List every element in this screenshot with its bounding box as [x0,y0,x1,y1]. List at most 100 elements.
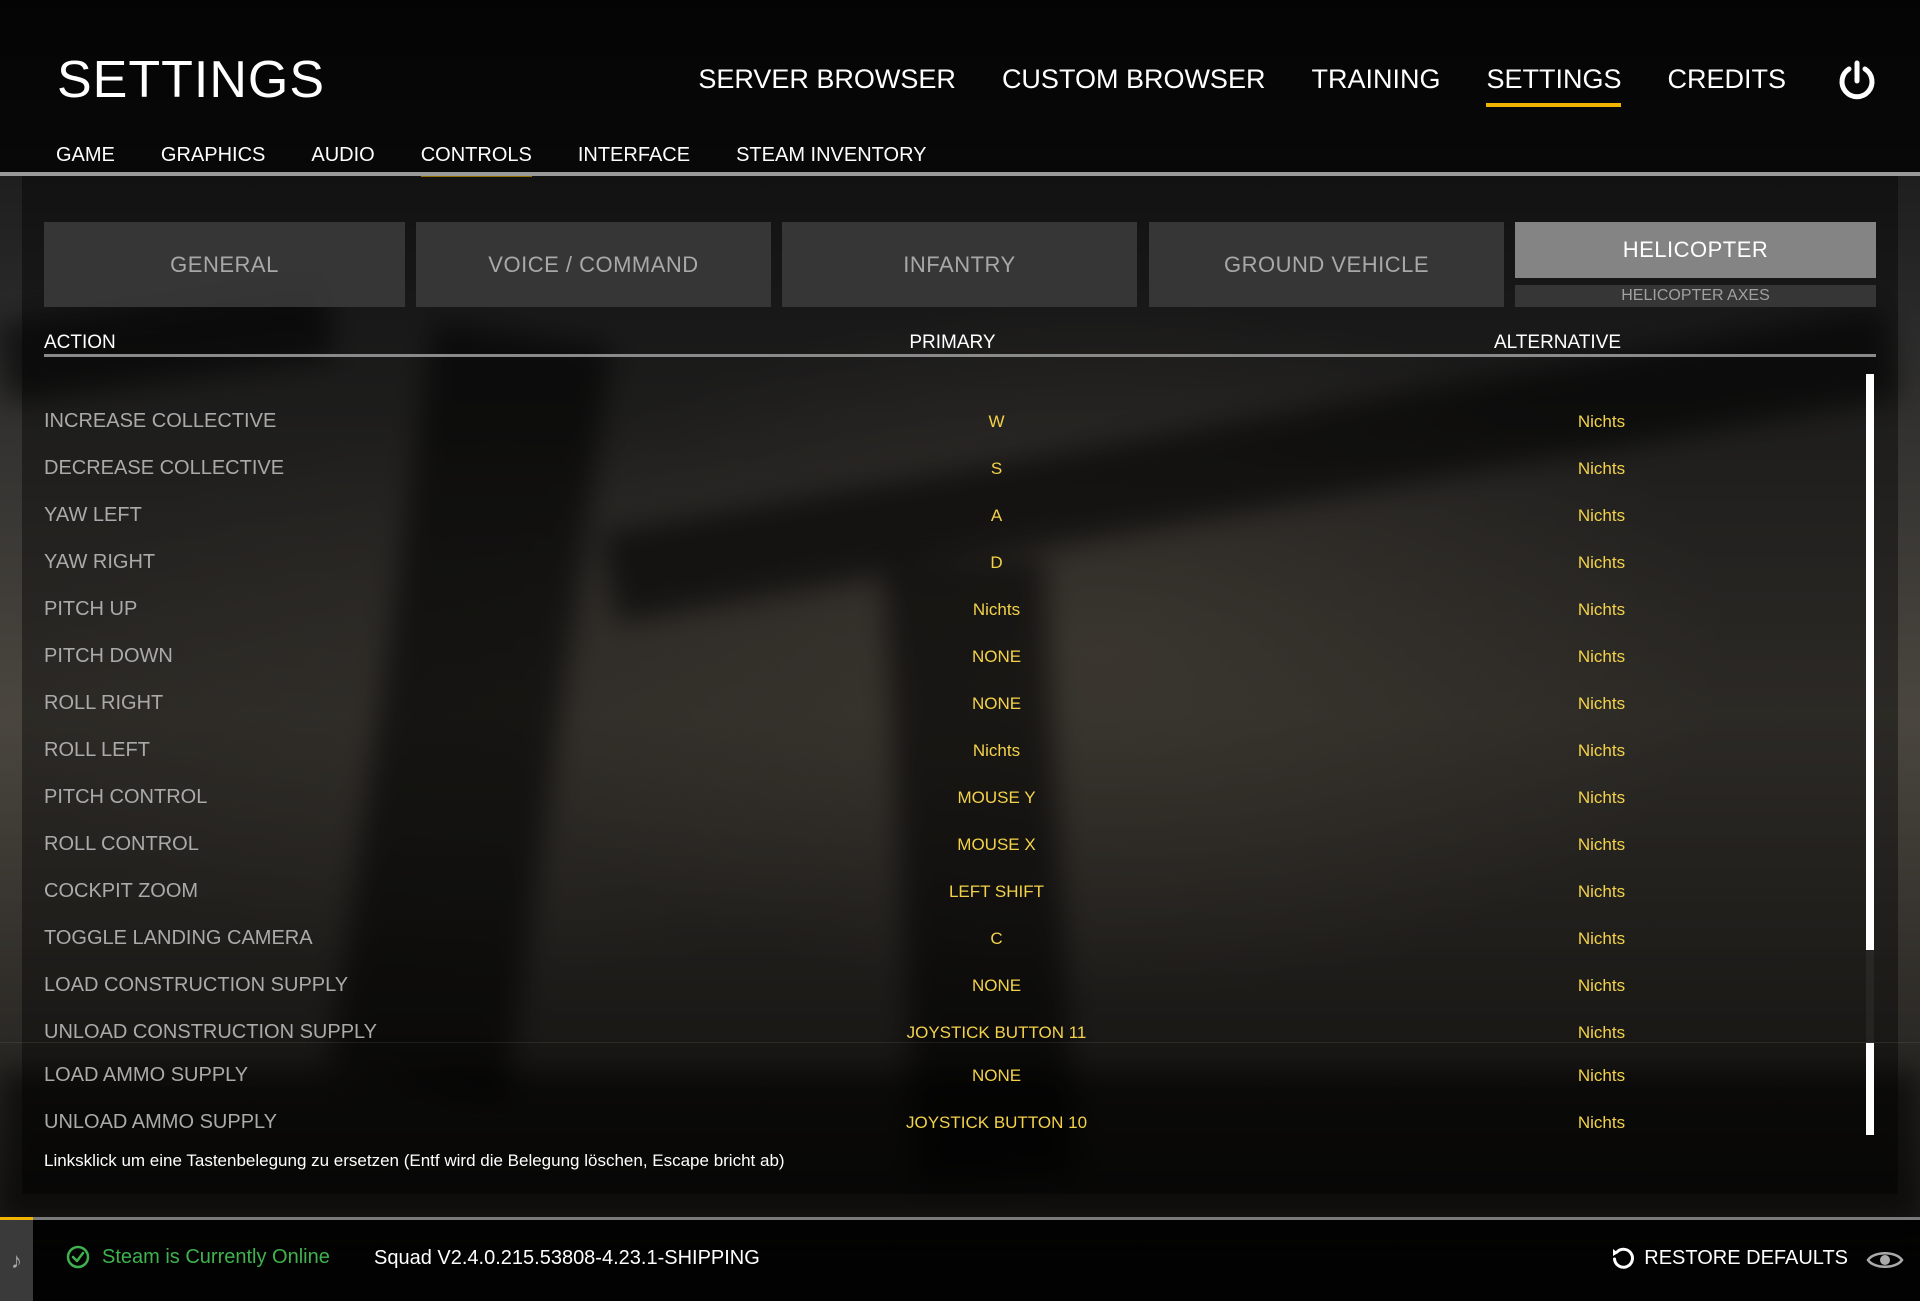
subnav-interface[interactable]: INTERFACE [578,144,690,175]
action-label: INCREASE COLLECTIVE [44,410,277,432]
table-row[interactable]: INCREASE COLLECTIVE W Nichts [44,400,1864,444]
tab-general[interactable]: GENERAL [44,222,405,307]
action-label: LOAD CONSTRUCTION SUPPLY [44,974,349,996]
subnav-audio[interactable]: AUDIO [311,144,374,175]
scrollbar-thumb-secondary[interactable] [1866,1043,1874,1135]
subnav-steam-inventory[interactable]: STEAM INVENTORY [736,144,926,175]
table-row[interactable]: LOAD CONSTRUCTION SUPPLY NONE Nichts [44,964,1864,1008]
alternative-binding[interactable]: Nichts [1484,1023,1719,1043]
action-label: DECREASE COLLECTIVE [44,457,285,479]
table-row[interactable]: ROLL RIGHT NONE Nichts [44,682,1864,726]
version-label: Squad V2.4.0.215.53808-4.23.1-SHIPPING [374,1247,760,1269]
alternative-binding[interactable]: Nichts [1484,882,1719,902]
restore-icon [1613,1247,1635,1269]
alternative-binding[interactable]: Nichts [1484,412,1719,432]
tab-ground-vehicle[interactable]: GROUND VEHICLE [1149,222,1504,307]
tab-helicopter[interactable]: HELICOPTER [1515,222,1876,278]
action-label: COCKPIT ZOOM [44,880,199,902]
primary-binding[interactable]: D [879,553,1114,573]
power-icon[interactable] [1836,60,1878,102]
subnav-graphics[interactable]: GRAPHICS [161,144,265,175]
primary-binding[interactable]: NONE [879,976,1114,996]
primary-binding[interactable]: JOYSTICK BUTTON 11 [879,1023,1114,1043]
alternative-binding[interactable]: Nichts [1484,553,1719,573]
table-row[interactable]: PITCH CONTROL MOUSE Y Nichts [44,776,1864,820]
table-row[interactable]: LOAD AMMO SUPPLY NONE Nichts [44,1054,1864,1098]
primary-binding[interactable]: NONE [879,1066,1114,1086]
alternative-binding[interactable]: Nichts [1484,976,1719,996]
action-label: PITCH UP [44,598,138,620]
primary-binding[interactable]: S [879,459,1114,479]
help-hint: Linksklick um eine Tastenbelegung zu ers… [44,1151,785,1170]
subnav-game[interactable]: GAME [56,144,115,175]
main-nav: SERVER BROWSER CUSTOM BROWSER TRAINING S… [698,64,1786,107]
subtab-helicopter-axes[interactable]: HELICOPTER AXES [1515,285,1876,307]
alternative-binding[interactable]: Nichts [1484,600,1719,620]
sub-nav: GAME GRAPHICS AUDIO CONTROLS INTERFACE S… [56,144,927,177]
primary-binding[interactable]: W [879,412,1114,432]
action-label: UNLOAD AMMO SUPPLY [44,1111,278,1133]
action-label: LOAD AMMO SUPPLY [44,1064,249,1086]
action-label: UNLOAD CONSTRUCTION SUPPLY [44,1021,378,1043]
page-title: SETTINGS [57,51,326,109]
action-label: TOGGLE LANDING CAMERA [44,927,313,949]
header-primary: PRIMARY [909,332,996,353]
primary-binding[interactable]: A [879,506,1114,526]
nav-custom-browser[interactable]: CUSTOM BROWSER [1002,64,1266,103]
action-label: YAW LEFT [44,504,142,526]
primary-binding[interactable]: MOUSE Y [879,788,1114,808]
nav-server-browser[interactable]: SERVER BROWSER [698,64,956,103]
steam-status: Steam is Currently Online [66,1245,330,1269]
table-row[interactable]: YAW LEFT A Nichts [44,494,1864,538]
alternative-binding[interactable]: Nichts [1484,647,1719,667]
table-row[interactable]: UNLOAD CONSTRUCTION SUPPLY JOYSTICK BUTT… [44,1011,1864,1055]
table-row[interactable]: COCKPIT ZOOM LEFT SHIFT Nichts [44,870,1864,914]
scrollbar-thumb[interactable] [1866,374,1874,950]
primary-binding[interactable]: Nichts [879,741,1114,761]
table-row[interactable]: ROLL LEFT Nichts Nichts [44,729,1864,773]
alternative-binding[interactable]: Nichts [1484,459,1719,479]
restore-defaults-button[interactable]: RESTORE DEFAULTS [1610,1245,1848,1271]
alternative-binding[interactable]: Nichts [1484,694,1719,714]
header-divider [44,354,1876,357]
subnav-controls[interactable]: CONTROLS [420,144,532,177]
table-row[interactable]: PITCH UP Nichts Nichts [44,588,1864,632]
action-label: ROLL RIGHT [44,692,164,714]
alternative-binding[interactable]: Nichts [1484,835,1719,855]
primary-binding[interactable]: NONE [879,647,1114,667]
action-label: ROLL CONTROL [44,833,199,855]
music-icon[interactable]: ♪ [0,1220,33,1301]
nav-settings[interactable]: SETTINGS [1486,64,1622,107]
table-row[interactable]: TOGGLE LANDING CAMERA C Nichts [44,917,1864,961]
primary-binding[interactable]: JOYSTICK BUTTON 10 [879,1113,1114,1133]
table-row[interactable]: DECREASE COLLECTIVE S Nichts [44,447,1864,491]
table-row[interactable]: ROLL CONTROL MOUSE X Nichts [44,823,1864,867]
alternative-binding[interactable]: Nichts [1484,1066,1719,1086]
nav-training[interactable]: TRAINING [1311,64,1440,103]
table-row[interactable]: YAW RIGHT D Nichts [44,541,1864,585]
tab-infantry[interactable]: INFANTRY [782,222,1137,307]
action-label: PITCH CONTROL [44,786,208,808]
eye-icon[interactable] [1866,1248,1904,1272]
alternative-binding[interactable]: Nichts [1484,506,1719,526]
action-label: YAW RIGHT [44,551,156,573]
header-action: ACTION [44,332,116,353]
steam-status-text: Steam is Currently Online [102,1245,330,1268]
alternative-binding[interactable]: Nichts [1484,788,1719,808]
primary-binding[interactable]: NONE [879,694,1114,714]
table-row[interactable]: UNLOAD AMMO SUPPLY JOYSTICK BUTTON 10 Ni… [44,1101,1864,1145]
header-alternative: ALTERNATIVE [1493,332,1622,353]
primary-binding[interactable]: LEFT SHIFT [879,882,1114,902]
tab-voice-command[interactable]: VOICE / COMMAND [416,222,771,307]
primary-binding[interactable]: Nichts [879,600,1114,620]
primary-binding[interactable]: MOUSE X [879,835,1114,855]
action-label: PITCH DOWN [44,645,173,667]
alternative-binding[interactable]: Nichts [1484,929,1719,949]
primary-binding[interactable]: C [879,929,1114,949]
alternative-binding[interactable]: Nichts [1484,741,1719,761]
restore-defaults-label: RESTORE DEFAULTS [1644,1246,1848,1269]
alternative-binding[interactable]: Nichts [1484,1113,1719,1133]
nav-credits[interactable]: CREDITS [1667,64,1786,103]
check-circle-icon [66,1245,90,1269]
table-row[interactable]: PITCH DOWN NONE Nichts [44,635,1864,679]
